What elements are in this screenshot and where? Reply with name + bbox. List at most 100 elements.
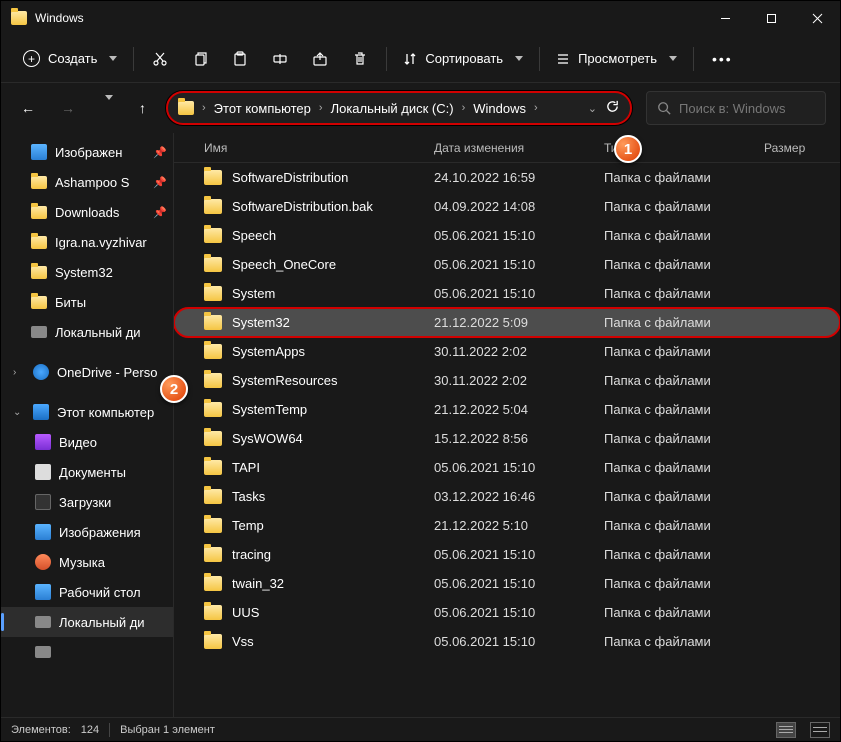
rename-button[interactable] (260, 42, 300, 76)
file-type: Папка с файлами (604, 634, 764, 649)
recent-button[interactable] (95, 96, 119, 120)
sidebar-item[interactable]: Локальный ди (1, 607, 173, 637)
file-date: 15.12.2022 8:56 (434, 431, 604, 446)
sidebar-item[interactable]: Рабочий стол (1, 577, 173, 607)
file-type: Папка с файлами (604, 170, 764, 185)
breadcrumb-dropdown[interactable]: ⌄ (580, 102, 605, 115)
file-type: Папка с файлами (604, 402, 764, 417)
breadcrumb-item[interactable]: Windows (469, 101, 530, 116)
folder-icon (204, 373, 222, 388)
sort-button[interactable]: Сортировать (393, 42, 533, 76)
file-type: Папка с файлами (604, 228, 764, 243)
share-button[interactable] (300, 42, 340, 76)
sidebar-item[interactable]: System32 (1, 257, 173, 287)
file-row[interactable]: Temp21.12.2022 5:10Папка с файлами (174, 511, 840, 540)
file-type: Папка с файлами (604, 199, 764, 214)
navbar: ← → ↑ › Этот компьютер › Локальный диск … (1, 83, 840, 133)
more-button[interactable]: ••• (700, 42, 745, 76)
sidebar-item[interactable]: Изображен📌 (1, 137, 173, 167)
file-row[interactable]: twain_3205.06.2021 15:10Папка с файлами (174, 569, 840, 598)
chevron-right-icon: › (198, 102, 210, 114)
col-date[interactable]: Дата изменения (434, 141, 604, 155)
file-date: 21.12.2022 5:04 (434, 402, 604, 417)
details-view-button[interactable] (776, 722, 796, 738)
sidebar-item[interactable] (1, 637, 173, 667)
file-name: SysWOW64 (232, 431, 303, 446)
copy-button[interactable] (180, 42, 220, 76)
maximize-button[interactable] (748, 1, 794, 35)
sidebar-item[interactable]: Downloads📌 (1, 197, 173, 227)
breadcrumb-item[interactable]: Локальный диск (C:) (327, 101, 458, 116)
file-name: tracing (232, 547, 271, 562)
sidebar-item[interactable]: ⌄Этот компьютер (1, 397, 173, 427)
thumbnails-view-button[interactable] (810, 722, 830, 738)
file-date: 30.11.2022 2:02 (434, 344, 604, 359)
forward-button[interactable]: → (55, 96, 81, 120)
sidebar-item[interactable]: Загрузки (1, 487, 173, 517)
chevron-down-icon (669, 56, 677, 61)
file-row[interactable]: SystemResources30.11.2022 2:02Папка с фа… (174, 366, 840, 395)
sidebar-item[interactable]: ›OneDrive - Perso (1, 357, 173, 387)
paste-button[interactable] (220, 42, 260, 76)
breadcrumb-item[interactable]: Этот компьютер (210, 101, 315, 116)
status-count: 124 (81, 724, 99, 736)
search-input[interactable]: Поиск в: Windows (646, 91, 826, 125)
col-name[interactable]: Имя (204, 141, 434, 155)
sidebar-item[interactable]: Видео (1, 427, 173, 457)
callout-1: 1 (614, 135, 642, 163)
sidebar-item[interactable]: Биты (1, 287, 173, 317)
sidebar-item[interactable]: Документы (1, 457, 173, 487)
status-count-label: Элементов: (11, 724, 71, 736)
file-row[interactable]: SystemApps30.11.2022 2:02Папка с файлами (174, 337, 840, 366)
close-button[interactable] (794, 1, 840, 35)
plus-icon: + (23, 50, 40, 67)
file-row[interactable]: Speech05.06.2021 15:10Папка с файлами (174, 221, 840, 250)
window-title: Windows (35, 11, 84, 25)
file-name: SoftwareDistribution.bak (232, 199, 373, 214)
titlebar: Windows (1, 1, 840, 35)
sidebar-item[interactable]: Локальный ди (1, 317, 173, 347)
up-button[interactable]: ↑ (133, 96, 152, 120)
refresh-button[interactable] (605, 99, 620, 117)
file-name: System32 (232, 315, 290, 330)
sidebar-item[interactable]: Igra.na.vyzhivar (1, 227, 173, 257)
back-button[interactable]: ← (15, 96, 41, 120)
file-row[interactable]: System3221.12.2022 5:09Папка с файлами (174, 308, 840, 337)
file-row[interactable]: UUS05.06.2021 15:10Папка с файлами (174, 598, 840, 627)
column-headers[interactable]: Имя Дата изменения Тип Размер (174, 133, 840, 163)
sidebar: Изображен📌Ashampoo S📌Downloads📌Igra.na.v… (1, 133, 173, 717)
cut-button[interactable] (140, 42, 180, 76)
delete-button[interactable] (340, 42, 380, 76)
file-name: TAPI (232, 460, 260, 475)
minimize-button[interactable] (702, 1, 748, 35)
rows-container: SoftwareDistribution24.10.2022 16:59Папк… (174, 163, 840, 717)
view-label: Просмотреть (578, 51, 657, 66)
file-date: 05.06.2021 15:10 (434, 547, 604, 562)
sidebar-item[interactable]: Музыка (1, 547, 173, 577)
status-selection: Выбран 1 элемент (120, 724, 215, 736)
sidebar-item[interactable]: Изображения (1, 517, 173, 547)
sort-label: Сортировать (425, 51, 503, 66)
file-row[interactable]: SoftwareDistribution.bak04.09.2022 14:08… (174, 192, 840, 221)
file-date: 05.06.2021 15:10 (434, 605, 604, 620)
view-button[interactable]: Просмотреть (546, 42, 687, 76)
create-button[interactable]: + Создать (13, 42, 127, 76)
file-row[interactable]: SystemTemp21.12.2022 5:04Папка с файлами (174, 395, 840, 424)
file-row[interactable]: Tasks03.12.2022 16:46Папка с файлами (174, 482, 840, 511)
file-row[interactable]: System05.06.2021 15:10Папка с файлами (174, 279, 840, 308)
folder-icon (204, 199, 222, 214)
file-row[interactable]: SysWOW6415.12.2022 8:56Папка с файлами (174, 424, 840, 453)
file-row[interactable]: tracing05.06.2021 15:10Папка с файлами (174, 540, 840, 569)
file-row[interactable]: Vss05.06.2021 15:10Папка с файлами (174, 627, 840, 656)
file-row[interactable]: TAPI05.06.2021 15:10Папка с файлами (174, 453, 840, 482)
file-name: SystemResources (232, 373, 337, 388)
file-row[interactable]: SoftwareDistribution24.10.2022 16:59Папк… (174, 163, 840, 192)
file-date: 21.12.2022 5:10 (434, 518, 604, 533)
breadcrumb[interactable]: › Этот компьютер › Локальный диск (C:) ›… (166, 91, 632, 125)
col-size[interactable]: Размер (764, 141, 840, 155)
chevron-down-icon (515, 56, 523, 61)
file-row[interactable]: Speech_OneCore05.06.2021 15:10Папка с фа… (174, 250, 840, 279)
folder-icon (178, 101, 194, 115)
sidebar-item[interactable]: Ashampoo S📌 (1, 167, 173, 197)
folder-icon (204, 402, 222, 417)
